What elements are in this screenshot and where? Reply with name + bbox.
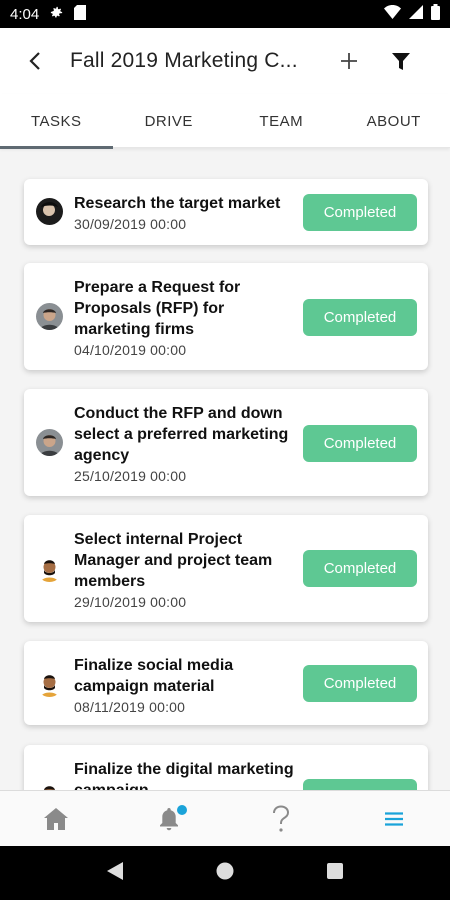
avatar <box>36 429 63 456</box>
sd-card-status-icon <box>74 4 87 24</box>
signal-icon <box>409 5 423 23</box>
add-button[interactable] <box>323 28 375 94</box>
nav-help[interactable] <box>225 791 338 847</box>
task-title: Research the target market <box>74 195 281 212</box>
task-date: 08/11/2019 00:00 <box>74 699 186 715</box>
system-back-button[interactable] <box>106 861 123 885</box>
task-title: Select internal Project Manager and proj… <box>74 531 273 590</box>
avatar <box>36 198 63 225</box>
task-card[interactable]: Conduct the RFP and down select a prefer… <box>24 389 428 496</box>
system-nav-bar <box>0 846 450 900</box>
filter-button[interactable] <box>375 28 427 94</box>
tab-about[interactable]: ABOUT <box>338 94 450 148</box>
circle-home-icon <box>216 862 234 879</box>
app-bar: Fall 2019 Marketing C... <box>0 28 450 94</box>
task-title: Prepare a Request for Proposals (RFP) fo… <box>74 279 241 338</box>
status-time: 4:04 <box>10 5 40 23</box>
status-completed-button[interactable]: Completed <box>303 779 417 790</box>
square-recents-icon <box>327 862 344 879</box>
task-date: 29/10/2019 00:00 <box>74 594 187 610</box>
task-card[interactable]: Research the target market 30/09/2019 00… <box>24 179 428 245</box>
tab-bar: TASKS DRIVE TEAM ABOUT <box>0 94 450 149</box>
task-list[interactable]: Research the target market 30/09/2019 00… <box>0 148 450 790</box>
nav-home[interactable] <box>0 791 113 847</box>
status-bar: 4:04 <box>0 0 450 28</box>
task-card[interactable]: Finalize social media campaign material … <box>24 641 428 725</box>
page-title: Fall 2019 Marketing C... <box>70 49 298 72</box>
menu-icon <box>384 812 403 826</box>
tab-tasks[interactable]: TASKS <box>0 94 113 149</box>
task-title: Finalize social media campaign material <box>74 657 234 695</box>
status-completed-button[interactable]: Completed <box>303 665 417 702</box>
bottom-nav <box>0 790 450 846</box>
status-completed-button[interactable]: Completed <box>303 299 417 336</box>
status-completed-button[interactable]: Completed <box>303 550 417 587</box>
avatar <box>36 555 63 582</box>
back-button[interactable] <box>0 28 70 94</box>
tab-team[interactable]: TEAM <box>225 94 338 148</box>
avatar <box>36 670 63 697</box>
task-card[interactable]: Finalize the digital marketing campaign … <box>24 745 428 790</box>
avatar <box>36 303 63 330</box>
nav-notifications[interactable] <box>113 791 226 847</box>
triangle-back-icon <box>106 861 123 880</box>
plus-icon <box>341 53 357 69</box>
battery-icon <box>431 4 440 24</box>
wifi-icon <box>384 5 401 23</box>
status-completed-button[interactable]: Completed <box>303 194 417 231</box>
task-date: 25/10/2019 00:00 <box>74 468 187 484</box>
task-title: Finalize the digital marketing campaign <box>74 761 294 790</box>
avatar <box>36 781 63 790</box>
task-date: 04/10/2019 00:00 <box>74 342 187 358</box>
filter-icon <box>392 52 410 70</box>
task-title: Conduct the RFP and down select a prefer… <box>74 405 289 464</box>
status-completed-button[interactable]: Completed <box>303 425 417 462</box>
task-card[interactable]: Prepare a Request for Proposals (RFP) fo… <box>24 263 428 370</box>
settings-status-icon <box>49 5 64 24</box>
home-icon <box>44 808 69 830</box>
help-icon <box>273 805 290 832</box>
bell-icon <box>159 807 178 830</box>
notification-badge <box>176 805 187 815</box>
tab-drive[interactable]: DRIVE <box>113 94 226 148</box>
system-recents-button[interactable] <box>327 862 344 884</box>
system-home-button[interactable] <box>216 862 234 885</box>
task-card[interactable]: Select internal Project Manager and proj… <box>24 515 428 622</box>
back-arrow-icon <box>29 52 40 70</box>
task-date: 30/09/2019 00:00 <box>74 216 187 232</box>
nav-menu[interactable] <box>338 791 450 847</box>
